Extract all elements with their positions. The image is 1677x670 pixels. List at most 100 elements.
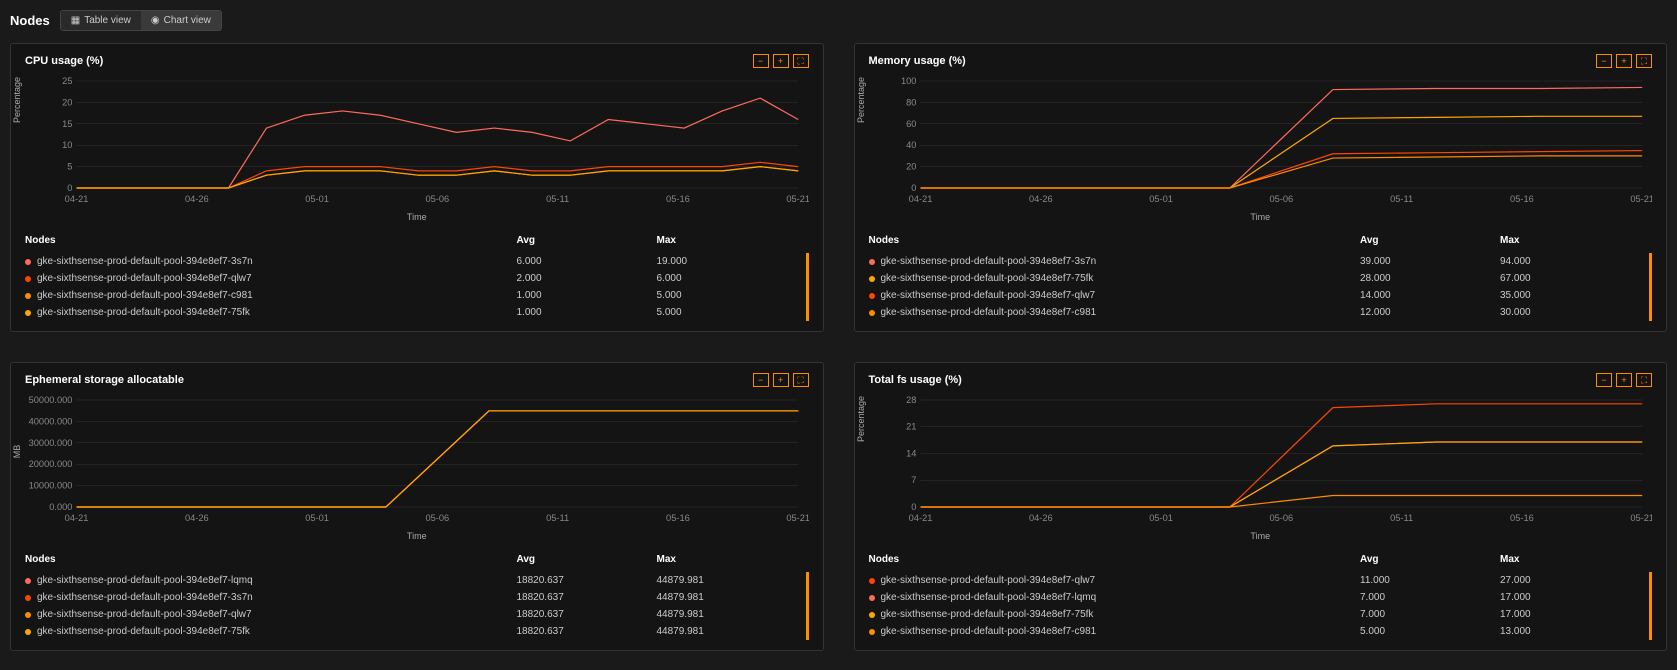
expand-button[interactable]: ⛶ bbox=[793, 373, 809, 387]
avg-cell: 12.000 bbox=[1360, 307, 1500, 318]
node-name-text: gke-sixthsense-prod-default-pool-394e8ef… bbox=[881, 592, 1097, 603]
x-tick-label: 05-01 bbox=[1149, 194, 1173, 204]
expand-button[interactable]: ⛶ bbox=[793, 54, 809, 68]
x-tick-label: 05-16 bbox=[666, 194, 690, 204]
table-row[interactable]: gke-sixthsense-prod-default-pool-394e8ef… bbox=[25, 589, 809, 606]
table-row[interactable]: gke-sixthsense-prod-default-pool-394e8ef… bbox=[869, 623, 1653, 640]
chart-series-line bbox=[77, 167, 799, 188]
max-cell: 5.000 bbox=[657, 290, 797, 301]
chart-series-line bbox=[920, 496, 1642, 507]
max-cell: 17.000 bbox=[1500, 592, 1640, 603]
panel-controls: −+ ⛶ bbox=[753, 373, 809, 387]
table-view-label: Table view bbox=[84, 15, 131, 26]
scroll-indicator[interactable] bbox=[1649, 253, 1652, 321]
expand-button[interactable]: ⛶ bbox=[1636, 54, 1652, 68]
avg-cell: 18820.637 bbox=[517, 575, 657, 586]
y-tick-label: 0 bbox=[911, 183, 916, 193]
minus-button[interactable]: − bbox=[1596, 373, 1612, 387]
x-tick-label: 05-16 bbox=[1510, 513, 1534, 523]
max-cell: 35.000 bbox=[1500, 290, 1640, 301]
x-axis-label: Time bbox=[869, 531, 1653, 541]
chart-icon: ◉ bbox=[151, 15, 160, 26]
table-row[interactable]: gke-sixthsense-prod-default-pool-394e8ef… bbox=[25, 304, 809, 321]
y-axis-label: Percentage bbox=[856, 77, 866, 123]
series-color-dot bbox=[25, 310, 31, 316]
plus-button[interactable]: + bbox=[1616, 373, 1632, 387]
scroll-indicator[interactable] bbox=[806, 253, 809, 321]
table-row[interactable]: gke-sixthsense-prod-default-pool-394e8ef… bbox=[25, 287, 809, 304]
avg-cell: 14.000 bbox=[1360, 290, 1500, 301]
panel-controls: −+ ⛶ bbox=[1596, 54, 1652, 68]
chart-svg: 0.00010000.00020000.00030000.00040000.00… bbox=[25, 395, 809, 525]
node-name-text: gke-sixthsense-prod-default-pool-394e8ef… bbox=[37, 307, 250, 318]
avg-cell: 18820.637 bbox=[517, 626, 657, 637]
x-tick-label: 05-11 bbox=[1390, 513, 1413, 523]
table-header: Nodes Avg Max bbox=[869, 232, 1653, 249]
y-tick-label: 0 bbox=[911, 502, 916, 512]
col-max: Max bbox=[1500, 235, 1640, 246]
minus-button[interactable]: − bbox=[753, 373, 769, 387]
node-name-cell: gke-sixthsense-prod-default-pool-394e8ef… bbox=[869, 609, 1361, 620]
table-row[interactable]: gke-sixthsense-prod-default-pool-394e8ef… bbox=[869, 304, 1653, 321]
y-tick-label: 15 bbox=[62, 119, 72, 129]
x-tick-label: 05-16 bbox=[666, 513, 690, 523]
x-axis-label: Time bbox=[869, 212, 1653, 222]
table-row[interactable]: gke-sixthsense-prod-default-pool-394e8ef… bbox=[25, 253, 809, 270]
node-name-text: gke-sixthsense-prod-default-pool-394e8ef… bbox=[881, 609, 1094, 620]
y-axis-label: Percentage bbox=[856, 396, 866, 442]
table-row[interactable]: gke-sixthsense-prod-default-pool-394e8ef… bbox=[869, 287, 1653, 304]
panel-title: Ephemeral storage allocatable bbox=[25, 374, 184, 386]
series-color-dot bbox=[25, 629, 31, 635]
table-row[interactable]: gke-sixthsense-prod-default-pool-394e8ef… bbox=[25, 606, 809, 623]
table-row[interactable]: gke-sixthsense-prod-default-pool-394e8ef… bbox=[25, 270, 809, 287]
chart-svg: 02040608010004-2104-2605-0105-0605-1105-… bbox=[869, 76, 1653, 206]
node-name-cell: gke-sixthsense-prod-default-pool-394e8ef… bbox=[25, 575, 517, 586]
table-row[interactable]: gke-sixthsense-prod-default-pool-394e8ef… bbox=[25, 623, 809, 640]
plus-button[interactable]: + bbox=[773, 54, 789, 68]
max-cell: 44879.981 bbox=[657, 575, 797, 586]
table-row[interactable]: gke-sixthsense-prod-default-pool-394e8ef… bbox=[869, 253, 1653, 270]
table-row[interactable]: gke-sixthsense-prod-default-pool-394e8ef… bbox=[869, 606, 1653, 623]
table-row[interactable]: gke-sixthsense-prod-default-pool-394e8ef… bbox=[869, 270, 1653, 287]
avg-cell: 7.000 bbox=[1360, 609, 1500, 620]
node-name-cell: gke-sixthsense-prod-default-pool-394e8ef… bbox=[869, 626, 1361, 637]
scroll-indicator[interactable] bbox=[1649, 572, 1652, 640]
x-tick-label: 04-26 bbox=[1028, 513, 1052, 523]
table-row[interactable]: gke-sixthsense-prod-default-pool-394e8ef… bbox=[869, 572, 1653, 589]
node-name-text: gke-sixthsense-prod-default-pool-394e8ef… bbox=[881, 307, 1097, 318]
col-avg: Avg bbox=[1360, 554, 1500, 565]
plus-button[interactable]: + bbox=[1616, 54, 1632, 68]
minus-button[interactable]: − bbox=[753, 54, 769, 68]
avg-cell: 7.000 bbox=[1360, 592, 1500, 603]
table-icon: ▦ bbox=[71, 15, 80, 26]
max-cell: 30.000 bbox=[1500, 307, 1640, 318]
col-nodes: Nodes bbox=[25, 235, 517, 246]
chart-view-button[interactable]: ◉ Chart view bbox=[141, 11, 221, 30]
y-tick-label: 28 bbox=[906, 395, 916, 405]
table-view-button[interactable]: ▦ Table view bbox=[61, 11, 141, 30]
panel: Memory usage (%)−+⛶Percentage02040608010… bbox=[854, 43, 1668, 332]
y-tick-label: 7 bbox=[911, 475, 916, 485]
col-avg: Avg bbox=[517, 554, 657, 565]
plus-icon: + bbox=[778, 56, 783, 66]
max-cell: 6.000 bbox=[657, 273, 797, 284]
chart-svg: 0714212804-2104-2605-0105-0605-1105-1605… bbox=[869, 395, 1653, 525]
scroll-indicator[interactable] bbox=[806, 572, 809, 640]
table-row[interactable]: gke-sixthsense-prod-default-pool-394e8ef… bbox=[869, 589, 1653, 606]
chart-area: MB0.00010000.00020000.00030000.00040000.… bbox=[25, 395, 809, 525]
y-tick-label: 5 bbox=[67, 162, 72, 172]
node-name-cell: gke-sixthsense-prod-default-pool-394e8ef… bbox=[869, 256, 1361, 267]
x-tick-label: 04-21 bbox=[908, 194, 932, 204]
max-cell: 13.000 bbox=[1500, 626, 1640, 637]
col-avg: Avg bbox=[1360, 235, 1500, 246]
plus-button[interactable]: + bbox=[773, 373, 789, 387]
table-row[interactable]: gke-sixthsense-prod-default-pool-394e8ef… bbox=[25, 572, 809, 589]
chart-series-line bbox=[920, 442, 1642, 507]
chart-series-line bbox=[77, 98, 799, 188]
x-tick-label: 05-06 bbox=[426, 194, 450, 204]
expand-button[interactable]: ⛶ bbox=[1636, 373, 1652, 387]
node-name-text: gke-sixthsense-prod-default-pool-394e8ef… bbox=[37, 273, 252, 284]
table-body: gke-sixthsense-prod-default-pool-394e8ef… bbox=[25, 253, 809, 321]
node-name-text: gke-sixthsense-prod-default-pool-394e8ef… bbox=[37, 609, 252, 620]
minus-button[interactable]: − bbox=[1596, 54, 1612, 68]
